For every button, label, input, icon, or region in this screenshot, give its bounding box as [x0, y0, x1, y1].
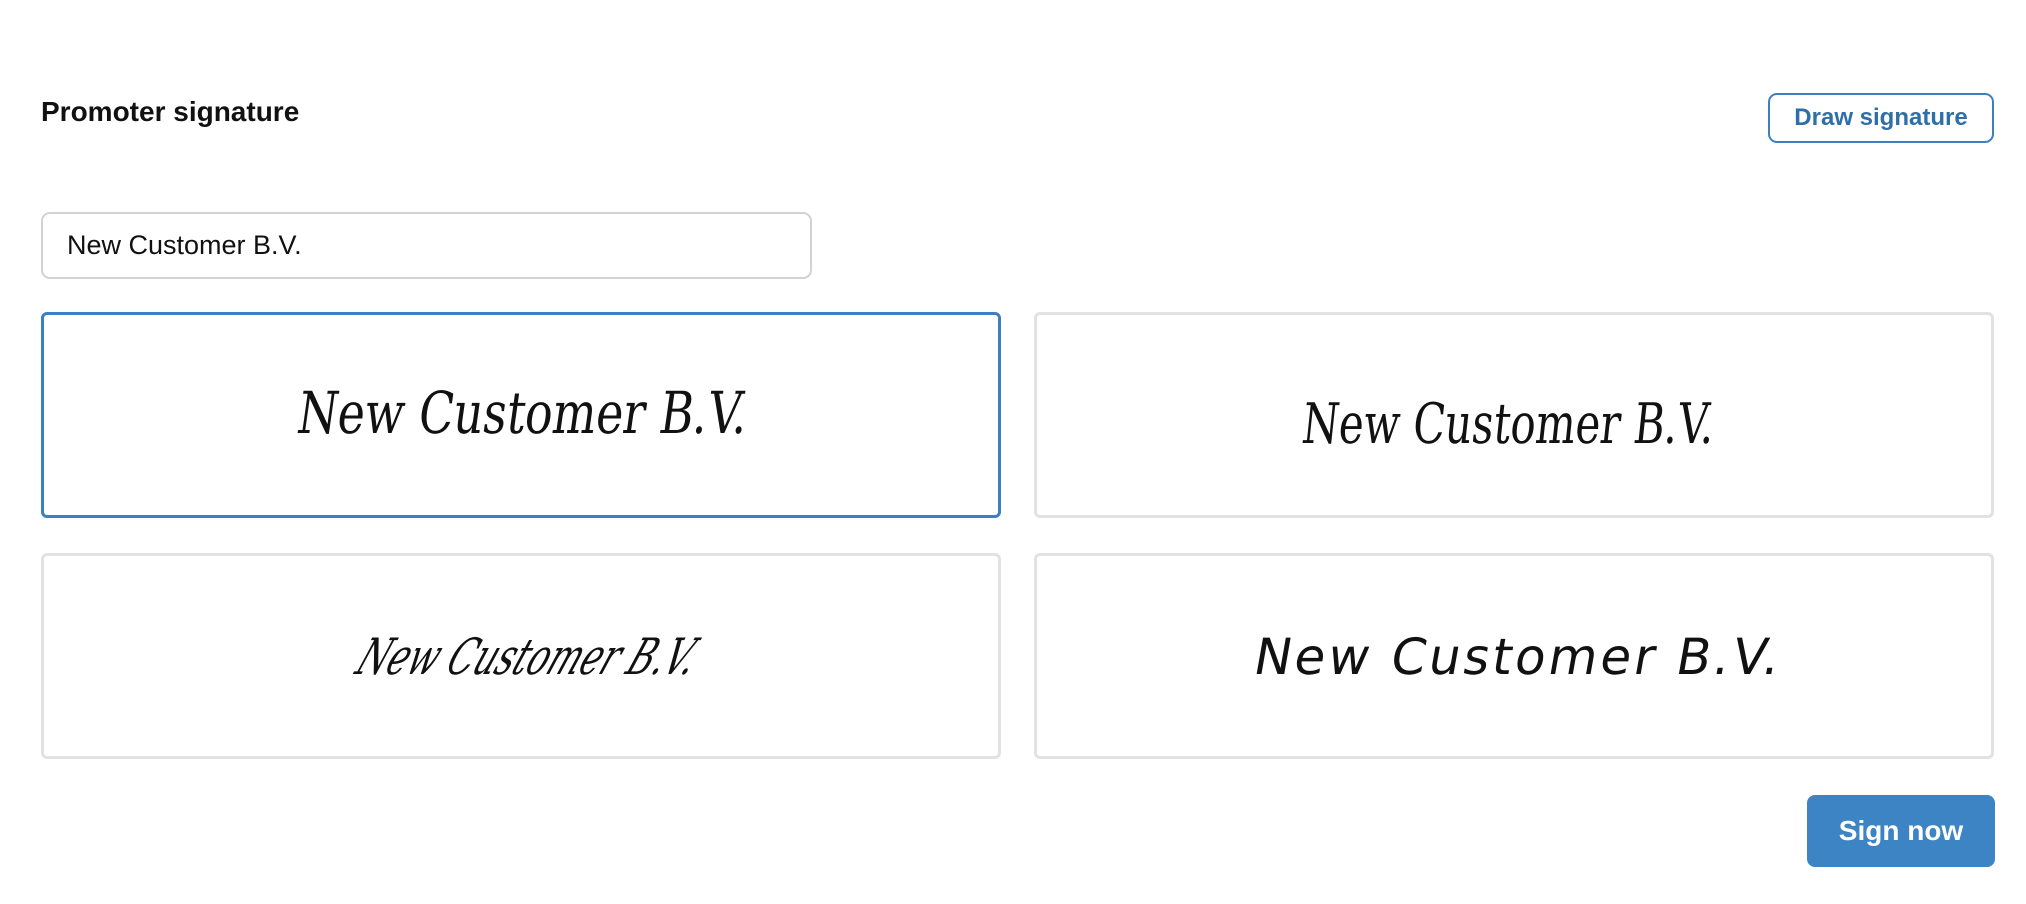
- signature-option-1-art: New Customer B.V.: [293, 379, 753, 447]
- signature-option-3[interactable]: New Customer B.V.: [41, 553, 1001, 759]
- signature-option-1[interactable]: New Customer B.V.: [41, 312, 1001, 518]
- signature-option-3-text: New Customer B.V.: [347, 629, 708, 687]
- page-title: Promoter signature: [41, 96, 300, 127]
- signature-option-3-art: New Customer B.V.: [347, 629, 708, 687]
- signature-option-1-text: New Customer B.V.: [293, 379, 753, 447]
- signature-option-2-art: New Customer B.V.: [1299, 392, 1718, 457]
- signature-option-4-text: New Customer B.V.: [1250, 627, 1785, 686]
- signature-option-4-art: New Customer B.V.: [1250, 627, 1785, 686]
- sign-now-button[interactable]: Sign now: [1807, 795, 1995, 867]
- signature-option-2[interactable]: New Customer B.V.: [1034, 312, 1994, 518]
- signature-name-input[interactable]: [41, 212, 812, 279]
- signature-option-2-text: New Customer B.V.: [1299, 392, 1718, 457]
- draw-signature-button[interactable]: Draw signature: [1768, 93, 1994, 143]
- signature-option-4[interactable]: New Customer B.V.: [1034, 553, 1994, 759]
